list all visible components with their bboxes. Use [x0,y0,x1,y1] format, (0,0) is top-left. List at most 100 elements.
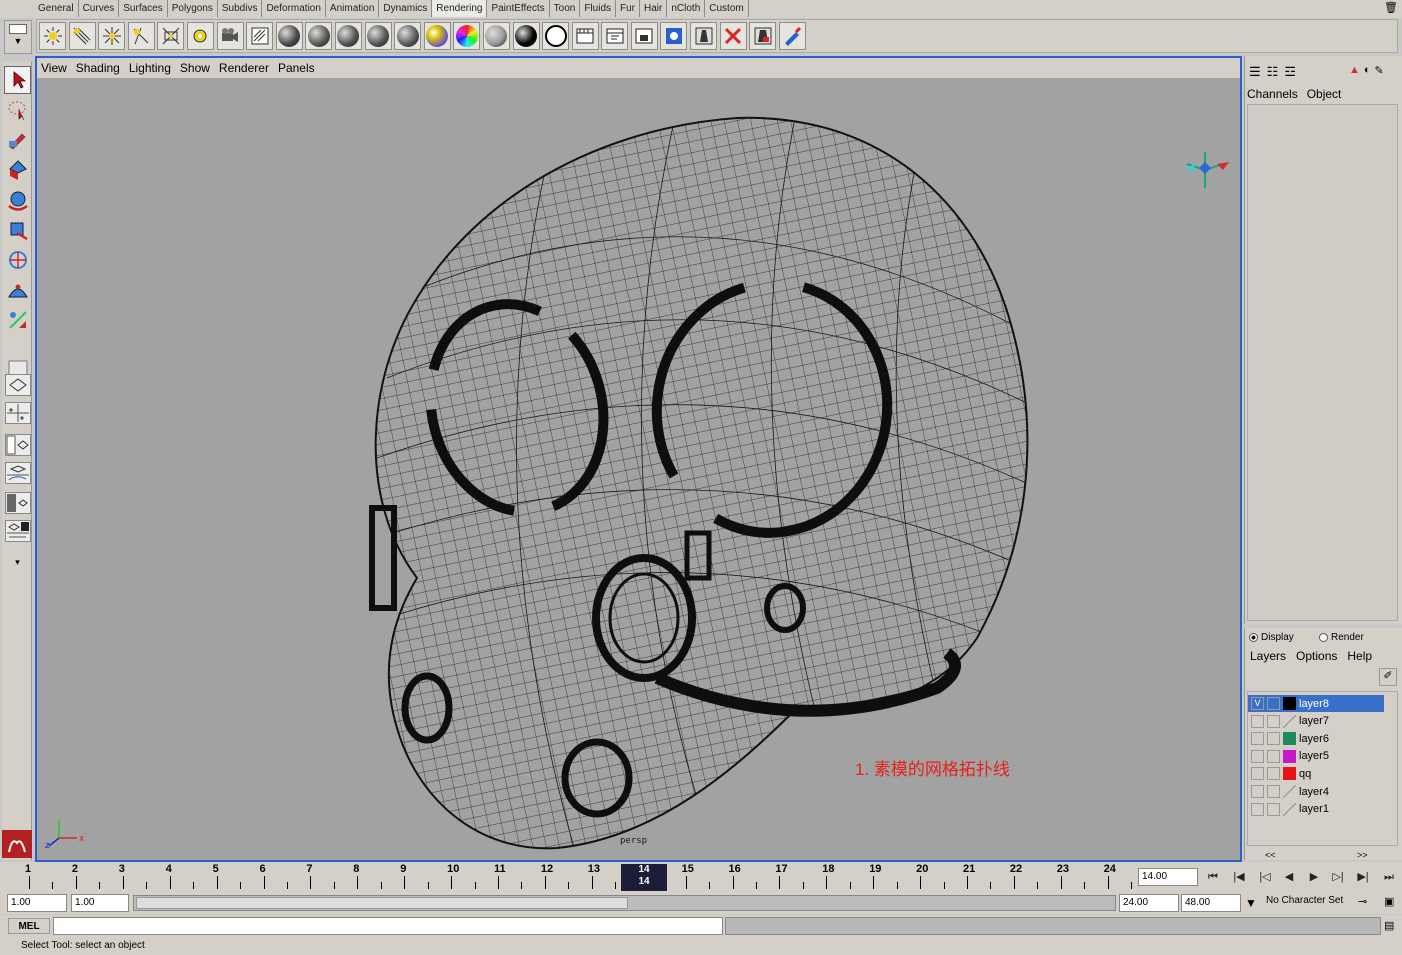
layout-menu-icon[interactable]: ▾ [4,552,31,572]
viewport-menu-view[interactable]: View [41,58,67,78]
view-cube-icon[interactable] [1186,152,1229,188]
character-set-label[interactable]: No Character Set [1266,895,1343,906]
shelf-tab-custom[interactable]: Custom [705,0,749,17]
soft-modification-icon[interactable] [4,276,31,304]
layer-visibility-toggle[interactable] [1251,714,1264,728]
shader-swatch-icon[interactable] [482,22,510,50]
menu-options[interactable]: Options [1296,649,1337,663]
layer-row[interactable]: layer4 [1248,783,1384,800]
shelf-tab-surfaces[interactable]: Surfaces [119,0,168,17]
layer-type-toggle[interactable] [1267,697,1280,710]
shelf-tab-fur[interactable]: Fur [616,0,641,17]
layer-color-swatch[interactable] [1283,802,1296,816]
ipr-render-icon[interactable] [630,22,658,50]
layout-persp-outliner-icon[interactable] [5,520,31,542]
shelf-tab-ncloth[interactable]: nCloth [667,0,706,17]
layer-visibility-toggle[interactable] [1251,767,1264,781]
layer-row[interactable]: layer1 [1248,801,1384,818]
scale-tool-icon[interactable] [4,216,31,244]
layer-row[interactable]: Vlayer8 [1248,695,1384,712]
layout-hypershade-icon[interactable] [5,492,31,514]
layout-persp-graph-icon[interactable] [5,462,31,484]
shelf-tab-animation[interactable]: Animation [326,0,380,17]
ambient-light-icon[interactable] [39,22,66,50]
menu-help[interactable]: Help [1347,649,1372,663]
shader-swatch-icon[interactable] [512,22,540,50]
layer-row[interactable]: qq [1248,765,1384,782]
camera-icon[interactable] [216,22,244,50]
lasso-tool-icon[interactable] [4,96,31,124]
select-tool-icon[interactable] [4,66,31,94]
cancel-render-icon[interactable] [719,22,747,50]
shader-swatch-icon[interactable] [542,22,570,50]
layer-type-toggle[interactable] [1267,749,1280,763]
hypershade-icon[interactable] [690,22,718,50]
animation-start-field[interactable]: 1.00 [7,894,67,912]
area-light-icon[interactable] [157,22,185,50]
layer-color-swatch[interactable] [1283,749,1296,763]
show-manipulator-icon[interactable] [4,306,31,334]
shelf-tab-subdivs[interactable]: Subdivs [218,0,263,17]
layer-color-swatch[interactable] [1283,732,1296,746]
tab-object[interactable]: Object [1307,87,1342,101]
command-input[interactable] [53,917,723,935]
command-language-toggle[interactable]: MEL [8,918,50,934]
current-frame-field[interactable]: 14.00 [1138,868,1198,886]
viewport-menu-shading[interactable]: Shading [76,58,120,78]
layer-row[interactable]: layer7 [1248,713,1384,730]
directional-light-icon[interactable] [68,22,96,50]
shader-swatch-icon[interactable] [364,22,392,50]
layer-type-toggle[interactable] [1267,802,1280,816]
render-settings-icon[interactable] [246,22,274,50]
layout-four-view-icon[interactable] [5,402,31,424]
spot-light-icon[interactable] [127,22,155,50]
step-back-frame-icon[interactable]: |◁ [1256,870,1274,884]
shader-swatch-icon[interactable] [275,22,303,50]
layer-type-toggle[interactable] [1267,767,1280,781]
layer-visibility-toggle[interactable] [1251,732,1264,746]
viewport-menu-panels[interactable]: Panels [278,58,315,78]
shader-swatch-icon[interactable] [305,22,333,50]
channel-box-icon[interactable]: ☰ [1249,64,1261,80]
range-slider-handle[interactable] [136,897,628,909]
layer-color-swatch[interactable] [1283,785,1296,798]
render-view-icon[interactable] [571,22,599,50]
layer-visibility-toggle[interactable] [1251,785,1264,798]
move-tool-icon[interactable] [4,156,31,184]
shelf-tab-hair[interactable]: Hair [640,0,668,17]
shelf-menu-button[interactable]: ▼ [4,20,32,54]
shelf-tab-dynamics[interactable]: Dynamics [379,0,433,17]
menu-layers[interactable]: Layers [1250,649,1286,663]
render-globals-icon[interactable] [660,22,688,50]
script-editor-icon[interactable]: ▤ [1384,919,1394,932]
shelf-tab-toon[interactable]: Toon [550,0,581,17]
render-radio[interactable]: Render [1319,632,1364,643]
scroll-left-button[interactable]: << [1265,850,1276,860]
play-forward-icon[interactable]: ▶ [1305,870,1323,884]
go-to-end-icon[interactable]: ⏭ [1380,870,1398,884]
paint-tool-icon[interactable] [778,22,806,50]
layout-single-icon[interactable] [5,374,31,396]
shelf-tab-deformation[interactable]: Deformation [262,0,326,17]
auto-key-icon[interactable]: ⊸ [1358,895,1367,908]
universal-manipulator-icon[interactable] [4,246,31,274]
tab-channels[interactable]: Channels [1247,87,1298,101]
playback-start-field[interactable]: 1.00 [71,894,129,912]
layer-visibility-toggle[interactable] [1251,749,1264,763]
attribute-editor-icon[interactable]: ☷ [1267,64,1279,80]
layer-type-toggle[interactable] [1267,785,1280,798]
tool-settings-icon[interactable]: ☲ [1284,64,1296,80]
animation-preferences-icon[interactable]: ▣ [1384,895,1394,908]
shelf-tab-general[interactable]: General [34,0,79,17]
new-layer-icon[interactable]: ✐ [1379,668,1397,686]
playback-end-field[interactable]: 24.00 [1119,894,1179,912]
rotate-tool-icon[interactable] [4,186,31,214]
layer-color-swatch[interactable] [1283,767,1296,781]
layer-visibility-toggle[interactable] [1251,802,1264,816]
shader-swatch-icon[interactable] [334,22,362,50]
shelf-tab-curves[interactable]: Curves [79,0,120,17]
layer-type-toggle[interactable] [1267,714,1280,728]
current-frame-marker[interactable]: 14 14 [621,864,667,891]
viewport-menu-renderer[interactable]: Renderer [219,58,269,78]
shelf-tab-polygons[interactable]: Polygons [168,0,218,17]
